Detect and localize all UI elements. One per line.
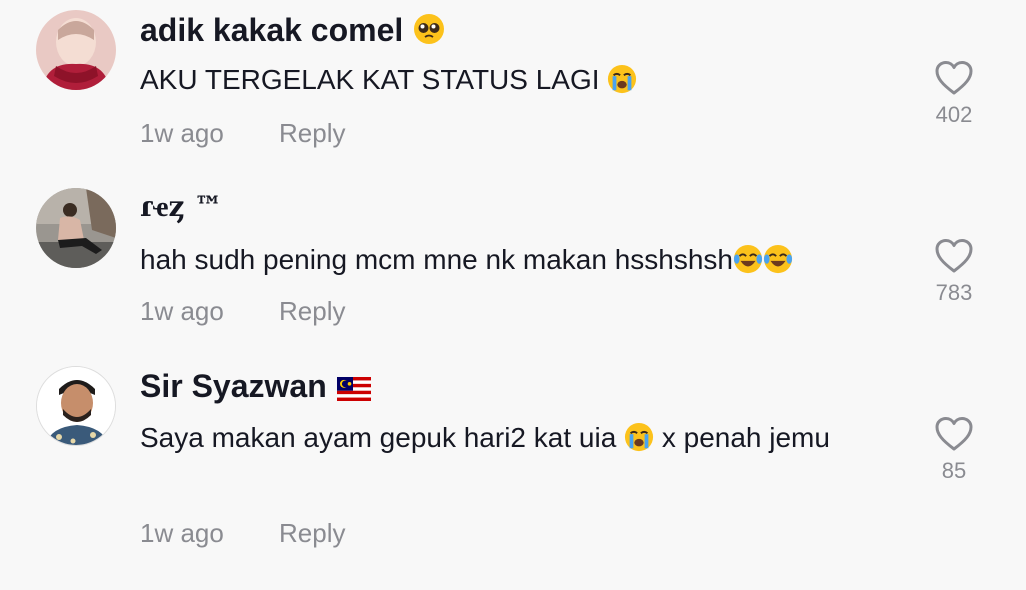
avatar-image bbox=[36, 188, 116, 268]
avatar[interactable] bbox=[36, 10, 116, 90]
face-with-tears-of-joy-icon bbox=[763, 243, 793, 287]
face-with-tears-of-joy-icon bbox=[733, 243, 763, 287]
comment-text-content: Saya makan ayam gepuk hari2 kat uia bbox=[140, 422, 617, 453]
loudly-crying-face-icon bbox=[607, 63, 637, 107]
reply-button[interactable]: Reply bbox=[279, 296, 345, 327]
comment-item: adik kakak comel AKU TERGELAK KAT STATUS… bbox=[0, 0, 1026, 170]
username-link[interactable]: Sir Syazwan bbox=[140, 368, 371, 409]
like-count: 783 bbox=[935, 280, 973, 305]
like-count: 402 bbox=[935, 102, 973, 127]
comment-text-content: AKU TERGELAK KAT STATUS LAGI bbox=[140, 64, 600, 95]
comment-item: Sir Syazwan Saya makan ayam gepuk hari2 … bbox=[0, 356, 1026, 586]
like-button[interactable]: 402 bbox=[918, 60, 990, 128]
username: Sir Syazwan bbox=[140, 368, 327, 404]
comment-text: hah sudh pening mcm mne nk makan hsshshs… bbox=[140, 238, 880, 287]
username-link[interactable]: ɾҽȥ ™ bbox=[140, 190, 222, 224]
comment-item: ɾҽȥ ™ hah sudh pening mcm mne nk makan h… bbox=[0, 178, 1026, 348]
avatar[interactable] bbox=[36, 188, 116, 268]
comment-text: Saya makan ayam gepuk hari2 kat uia x pe… bbox=[140, 416, 840, 465]
heart-icon bbox=[935, 239, 973, 273]
comment-meta: 1w ago Reply bbox=[140, 518, 345, 549]
timestamp: 1w ago bbox=[140, 118, 224, 148]
avatar-image bbox=[37, 367, 115, 445]
like-count: 85 bbox=[941, 458, 967, 483]
comment-text-content: hah sudh pening mcm mne nk makan hsshshs… bbox=[140, 244, 733, 275]
like-button[interactable]: 85 bbox=[918, 416, 990, 484]
pleading-face-icon bbox=[413, 13, 445, 53]
avatar-image bbox=[36, 10, 116, 90]
reply-button[interactable]: Reply bbox=[279, 118, 345, 149]
timestamp: 1w ago bbox=[140, 296, 224, 326]
comment-text-content: x penah jemu bbox=[661, 422, 830, 453]
reply-button[interactable]: Reply bbox=[279, 518, 345, 549]
comment-meta: 1w ago Reply bbox=[140, 296, 345, 327]
comment-list: adik kakak comel AKU TERGELAK KAT STATUS… bbox=[0, 0, 1026, 590]
username: ɾҽȥ ™ bbox=[140, 190, 223, 223]
malaysia-flag-icon bbox=[336, 372, 371, 409]
comment-meta: 1w ago Reply bbox=[140, 118, 345, 149]
comment-text: AKU TERGELAK KAT STATUS LAGI bbox=[140, 58, 880, 107]
loudly-crying-face-icon bbox=[624, 421, 654, 465]
heart-icon bbox=[935, 61, 973, 95]
timestamp: 1w ago bbox=[140, 518, 224, 548]
username: adik kakak comel bbox=[140, 12, 404, 48]
heart-icon bbox=[935, 417, 973, 451]
username-link[interactable]: adik kakak comel bbox=[140, 12, 445, 53]
avatar[interactable] bbox=[36, 366, 116, 446]
like-button[interactable]: 783 bbox=[918, 238, 990, 306]
